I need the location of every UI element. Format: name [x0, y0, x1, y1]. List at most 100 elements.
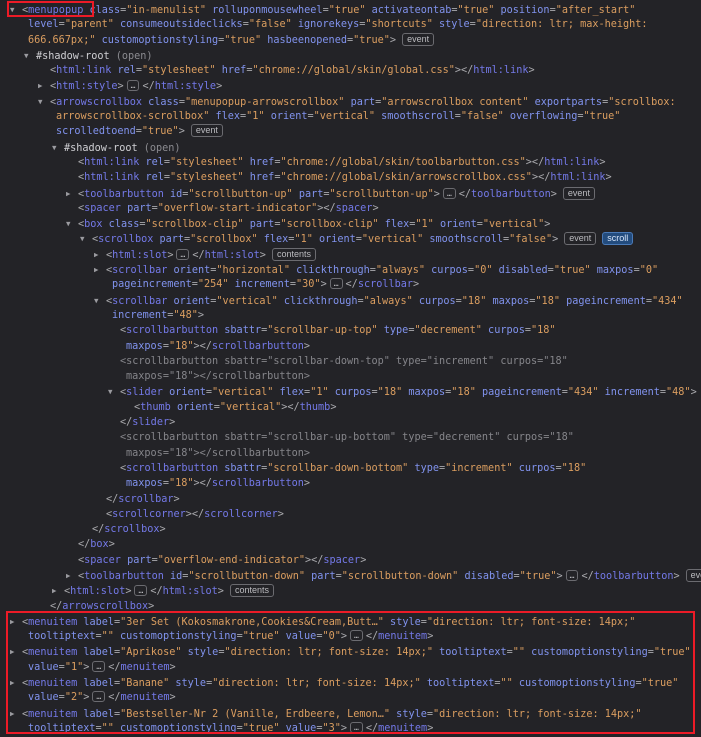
tag-name[interactable]: html:link — [550, 172, 605, 183]
tag-name[interactable]: scrollbarbutton — [126, 463, 218, 474]
attribute-value[interactable]: "chrome://global/skin/toolbarbutton.css" — [280, 157, 525, 168]
inline-ellipsis-button[interactable]: … — [330, 278, 343, 289]
attribute-name[interactable]: part — [305, 571, 336, 582]
attribute-value[interactable]: "" — [501, 678, 513, 689]
attribute-name[interactable]: maxpos — [402, 387, 445, 398]
attribute-name[interactable]: curpos — [413, 296, 456, 307]
tag-name[interactable]: scrollbarbutton — [126, 325, 218, 336]
attribute-value[interactable]: arrowscrollbox-scrollbox" — [56, 111, 209, 122]
attribute-name[interactable]: rel — [111, 65, 136, 76]
attribute-value[interactable]: "1" — [310, 387, 328, 398]
attribute-value[interactable]: "" — [513, 647, 525, 658]
attribute-name[interactable]: flex — [258, 234, 289, 245]
attribute-name[interactable]: increment — [112, 310, 167, 321]
tag-name[interactable]: spacer — [336, 203, 373, 214]
markup-node-row[interactable]: tooltiptext="" customoptionstyling="true… — [0, 629, 701, 644]
attribute-value[interactable]: "direction: ltr; font-size: 14px;" — [224, 647, 433, 658]
attribute-value[interactable]: "48" — [666, 387, 691, 398]
tag-name[interactable]: menuitem — [378, 723, 427, 734]
attribute-name[interactable]: maxpos — [126, 448, 163, 459]
attribute-name[interactable]: class — [103, 219, 140, 230]
markup-node-row[interactable]: ▶<menuitem label="3er Set (Kokosmakrone,… — [0, 614, 701, 629]
twisty-expanded-icon[interactable]: ▼ — [66, 216, 78, 231]
attribute-value[interactable]: "scrollbar-down-top" — [267, 356, 390, 367]
markup-node-row[interactable]: <html:link rel="stylesheet" href="chrome… — [0, 155, 701, 170]
attribute-value[interactable]: "434" — [652, 296, 683, 307]
event-badge[interactable]: event — [686, 569, 701, 582]
attribute-name[interactable]: customoptionstyling — [525, 647, 648, 658]
markup-node-row[interactable]: ▼<menupopup class="in-menulist" rollupon… — [0, 2, 701, 17]
markup-node-row[interactable]: <scrollbarbutton sbattr="scrollbar-down-… — [0, 461, 701, 476]
tag-name[interactable]: menuitem — [120, 692, 169, 703]
attribute-value[interactable]: "after_start" — [556, 5, 636, 16]
markup-node-row[interactable]: maxpos="18"></scrollbarbutton> — [0, 339, 701, 354]
attribute-value[interactable]: "" — [102, 631, 114, 642]
tag-name[interactable]: spacer — [84, 555, 121, 566]
attribute-value[interactable]: "scrollbutton-up" — [330, 189, 434, 200]
tag-name[interactable]: menuitem — [28, 647, 77, 658]
attribute-name[interactable]: scrolledtoend — [56, 126, 136, 137]
attribute-name[interactable]: customoptionstyling — [95, 35, 218, 46]
inline-ellipsis-button[interactable]: … — [127, 80, 140, 91]
contents-badge[interactable]: contents — [272, 248, 316, 261]
twisty-collapsed-icon[interactable]: ▶ — [38, 78, 50, 93]
attribute-value[interactable]: "scrollbox-clip" — [280, 219, 378, 230]
twisty-expanded-icon[interactable]: ▼ — [38, 94, 50, 109]
tag-name[interactable]: menuitem — [120, 662, 169, 673]
attribute-name[interactable]: pageincrement — [112, 279, 192, 290]
tag-name[interactable]: scrollbarbutton — [212, 341, 304, 352]
attribute-name[interactable]: orient — [171, 402, 214, 413]
attribute-name[interactable]: pageincrement — [476, 387, 562, 398]
attribute-value[interactable]: "vertical" — [212, 387, 273, 398]
attribute-name[interactable]: maxpos — [126, 341, 163, 352]
markup-node-row[interactable]: ▶<menuitem label="Bestseller-Nr 2 (Vanil… — [0, 706, 701, 721]
attribute-name[interactable]: style — [390, 709, 427, 720]
tag-name[interactable]: scrollcorner — [204, 509, 278, 520]
markup-node-row[interactable]: ▼<scrollbar orient="vertical" clickthrou… — [0, 293, 701, 308]
attribute-value[interactable]: "increment" — [445, 463, 512, 474]
attribute-name[interactable]: value — [28, 692, 59, 703]
attribute-value[interactable]: "true" — [224, 35, 261, 46]
twisty-expanded-icon[interactable]: ▼ — [24, 48, 36, 63]
tag-name[interactable]: html:slot — [205, 250, 260, 261]
attribute-value[interactable]: "3" — [322, 723, 340, 734]
tag-name[interactable]: scrollbarbutton — [212, 478, 304, 489]
inline-ellipsis-button[interactable]: … — [92, 661, 105, 672]
markup-node-row[interactable]: <spacer part="overflow-end-indicator"></… — [0, 553, 701, 568]
tag-name[interactable]: box — [90, 539, 108, 550]
markup-node-row[interactable]: ▼#shadow-root (open) — [0, 48, 701, 63]
attribute-name[interactable]: tooltiptext — [28, 723, 95, 734]
attribute-name[interactable]: customoptionstyling — [114, 631, 237, 642]
markup-node-row[interactable]: ▶<html:slot>…</html:slot>contents — [0, 247, 701, 262]
attribute-name[interactable]: overflowing — [504, 111, 578, 122]
attribute-value[interactable]: "0" — [640, 265, 658, 276]
tag-name[interactable]: scrollbarbutton — [126, 432, 218, 443]
attribute-value[interactable]: "chrome://global/skin/arrowscrollbox.css… — [280, 172, 531, 183]
inline-ellipsis-button[interactable]: … — [350, 722, 363, 733]
markup-node-row[interactable]: ▶<html:style>…</html:style> — [0, 78, 701, 93]
attribute-value[interactable]: "" — [102, 723, 114, 734]
markup-node-row[interactable]: pageincrement="254" increment="30">…</sc… — [0, 277, 701, 292]
attribute-value[interactable]: "scrollbutton-down" — [188, 571, 305, 582]
event-badge[interactable]: event — [564, 232, 596, 245]
tag-name[interactable]: scrollbar — [112, 296, 167, 307]
tag-name[interactable]: spacer — [84, 203, 121, 214]
markup-node-row[interactable]: arrowscrollbox-scrollbox" flex="1" orien… — [0, 109, 701, 124]
tag-name[interactable]: scrollcorner — [112, 509, 186, 520]
twisty-collapsed-icon[interactable]: ▶ — [10, 614, 22, 629]
attribute-name[interactable]: maxpos — [126, 371, 163, 382]
twisty-expanded-icon[interactable]: ▼ — [108, 384, 120, 399]
tag-name[interactable]: arrowscrollbox — [56, 97, 142, 108]
tag-name[interactable]: thumb — [140, 402, 171, 413]
attribute-value[interactable]: "menupopup-arrowscrollbox" — [185, 97, 344, 108]
attribute-value[interactable]: "Bestseller-Nr 2 (Vanille, Erdbeere, Lem… — [120, 709, 390, 720]
attribute-value[interactable]: "vertical" — [220, 402, 281, 413]
attribute-value[interactable]: "direction: ltr; font-size: 14px;" — [433, 709, 642, 720]
attribute-value[interactable]: "shortcuts" — [365, 19, 432, 30]
attribute-value[interactable]: "18" — [562, 463, 587, 474]
markup-node-row[interactable]: tooltiptext="" customoptionstyling="true… — [0, 721, 701, 736]
event-badge[interactable]: event — [191, 124, 223, 137]
attribute-value[interactable]: "scrollbox: — [608, 97, 675, 108]
attribute-name[interactable]: rel — [139, 157, 164, 168]
attribute-value[interactable]: "2" — [65, 692, 83, 703]
